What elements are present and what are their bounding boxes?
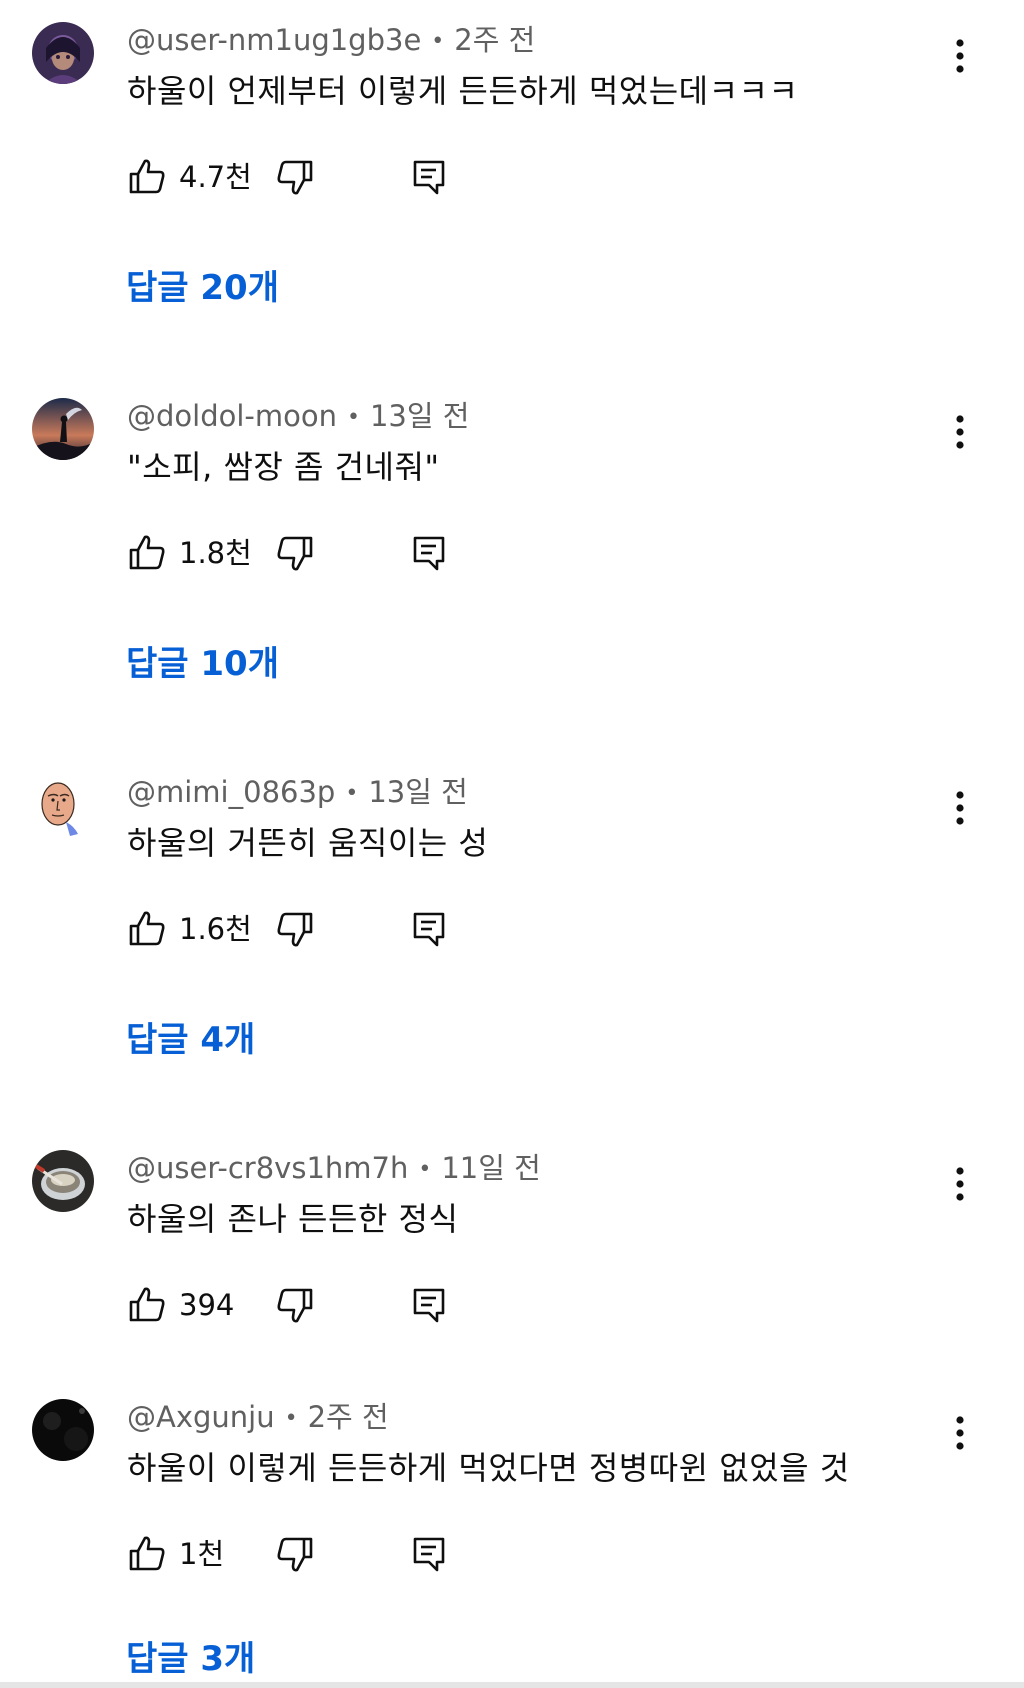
comment-author[interactable]: @mimi_0863p [127, 775, 335, 809]
more-vertical-icon[interactable] [944, 1411, 976, 1455]
comment-time: 2주 전 [307, 1400, 389, 1434]
like-count: 1천 [179, 1537, 225, 1571]
more-vertical-icon[interactable] [944, 410, 976, 454]
comment-time: 13일 전 [369, 399, 470, 433]
meta-separator: • [284, 1406, 298, 1431]
comment-actions: 394 [127, 1280, 467, 1330]
thumbs-up-icon[interactable] [127, 909, 167, 949]
comment-meta: @user-nm1ug1gb3e • 2주 전 [127, 20, 535, 62]
comment-author[interactable]: @Axgunju [127, 1400, 275, 1434]
more-vertical-icon[interactable] [944, 1162, 976, 1206]
avatar[interactable] [32, 774, 94, 836]
view-replies-link[interactable]: 답글 3개 [126, 1637, 255, 1681]
like-count: 1.6천 [179, 912, 252, 946]
thumbs-down-icon[interactable] [275, 533, 315, 573]
reply-comment-icon[interactable] [409, 1285, 449, 1325]
comment-actions: 1.8천 [127, 528, 467, 578]
comment-text: 하울이 언제부터 이렇게 든든하게 먹었는데ㅋㅋㅋ [127, 72, 799, 110]
avatar[interactable] [32, 1150, 94, 1212]
thumbs-down-icon[interactable] [275, 157, 315, 197]
thumbs-down-icon[interactable] [275, 1285, 315, 1325]
comment-meta: @Axgunju • 2주 전 [127, 1397, 389, 1439]
view-replies-link[interactable]: 답글 20개 [126, 266, 279, 310]
comment-meta: @mimi_0863p • 13일 전 [127, 772, 468, 814]
like-count: 1.8천 [179, 536, 252, 570]
meta-separator: • [431, 29, 445, 54]
bottom-divider [0, 1682, 1024, 1688]
comment-meta: @doldol-moon • 13일 전 [127, 396, 469, 438]
avatar[interactable] [32, 22, 94, 84]
reply-comment-icon[interactable] [409, 1534, 449, 1574]
comment-text: 하울의 존나 든든한 정식 [127, 1200, 459, 1238]
thumbs-up-icon[interactable] [127, 1534, 167, 1574]
meta-separator: • [345, 781, 359, 806]
thumbs-down-icon[interactable] [275, 909, 315, 949]
comment-time: 13일 전 [368, 775, 468, 809]
comment-time: 11일 전 [441, 1151, 541, 1185]
comment-actions: 4.7천 [127, 152, 467, 202]
thumbs-up-icon[interactable] [127, 1285, 167, 1325]
comment-author[interactable]: @user-nm1ug1gb3e [127, 23, 421, 57]
reply-comment-icon[interactable] [409, 533, 449, 573]
thumbs-down-icon[interactable] [275, 1534, 315, 1574]
comment-author[interactable]: @user-cr8vs1hm7h [127, 1151, 408, 1185]
avatar[interactable] [32, 1399, 94, 1461]
more-vertical-icon[interactable] [944, 34, 976, 78]
avatar[interactable] [32, 398, 94, 460]
view-replies-link[interactable]: 답글 10개 [126, 642, 279, 686]
comment-actions: 1천 [127, 1529, 467, 1579]
comment-text: "소피, 쌈장 좀 건네줘" [127, 448, 440, 486]
comment-author[interactable]: @doldol-moon [127, 399, 337, 433]
comment-time: 2주 전 [454, 23, 536, 57]
like-count: 394 [179, 1288, 235, 1322]
thumbs-up-icon[interactable] [127, 533, 167, 573]
view-replies-link[interactable]: 답글 4개 [126, 1018, 255, 1062]
thumbs-up-icon[interactable] [127, 157, 167, 197]
reply-comment-icon[interactable] [409, 909, 449, 949]
reply-comment-icon[interactable] [409, 157, 449, 197]
comment-meta: @user-cr8vs1hm7h • 11일 전 [127, 1148, 541, 1190]
comment-actions: 1.6천 [127, 904, 467, 954]
comment-text: 하울의 거뜬히 움직이는 성 [127, 824, 489, 862]
meta-separator: • [347, 405, 360, 430]
like-count: 4.7천 [179, 160, 252, 194]
meta-separator: • [418, 1157, 432, 1182]
comment-text: 하울이 이렇게 든든하게 먹었다면 정병따윈 없었을 것 [127, 1449, 850, 1487]
more-vertical-icon[interactable] [944, 786, 976, 830]
